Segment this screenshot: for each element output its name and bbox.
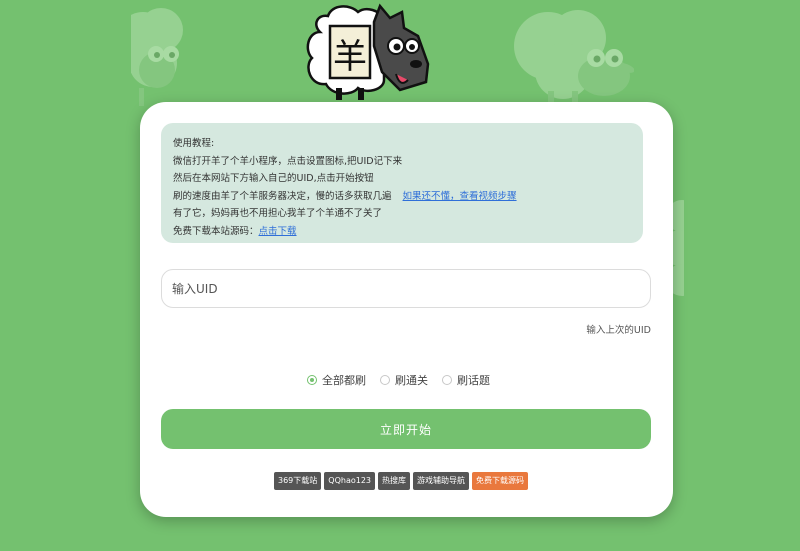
tutorial-line-2: 然后在本网站下方输入自己的UID,点击开始按钮 xyxy=(173,173,374,184)
mode-radio-topic[interactable]: 刷话题 xyxy=(442,372,490,388)
video-steps-link[interactable]: 如果还不懂，查看视频步骤 xyxy=(403,191,517,202)
link-game-helper-nav[interactable]: 游戏辅助导航 xyxy=(413,472,470,490)
tutorial-title: 使用教程: xyxy=(173,138,215,149)
tutorial-line-5-text: 免费下载本站源码： xyxy=(173,225,259,237)
mode-label-topic: 刷话题 xyxy=(457,374,490,387)
link-369-download[interactable]: 369下载站 xyxy=(274,472,322,490)
tutorial-line-4: 有了它，妈妈再也不用担心我羊了个羊通不了关了 xyxy=(173,208,383,219)
footer-links: 369下载站 QQhao123 热搜库 游戏辅助导航 免费下载源码 xyxy=(274,472,529,490)
tutorial-line-1: 微信打开羊了个羊小程序，点击设置图标,把UID记下来 xyxy=(173,155,403,167)
tutorial-line-5: 免费下载本站源码：点击下载 xyxy=(173,223,643,241)
main-card: 使用教程: 微信打开羊了个羊小程序，点击设置图标,把UID记下来 然后在本网站下… xyxy=(140,102,673,517)
sheep-decoration-left xyxy=(131,8,183,106)
link-qqhao123[interactable]: QQhao123 xyxy=(324,472,376,490)
download-source-link[interactable]: 点击下载 xyxy=(259,226,297,237)
radio-empty-icon[interactable] xyxy=(380,375,390,385)
link-resouku[interactable]: 热搜库 xyxy=(378,472,411,490)
radio-selected-icon[interactable] xyxy=(307,375,317,385)
mode-radio-group: 全部都刷 刷通关 刷话题 xyxy=(307,372,490,388)
tutorial-line-3-text: 刷的速度由羊了个羊服务器决定，慢的话多获取几遍 xyxy=(173,190,392,202)
logo-sheep-icon: 羊 xyxy=(306,3,430,100)
sheep-decoration-right xyxy=(514,10,634,108)
tutorial-line-3: 刷的速度由羊了个羊服务器决定，慢的话多获取几遍 如果还不懂，查看视频步骤 xyxy=(173,188,643,206)
mode-label-all: 全部都刷 xyxy=(322,374,366,387)
uid-input[interactable] xyxy=(161,269,651,308)
link-free-source[interactable]: 免费下载源码 xyxy=(472,472,529,490)
mode-label-clear: 刷通关 xyxy=(395,374,428,387)
start-button[interactable]: 立即开始 xyxy=(161,409,651,449)
mode-radio-all[interactable]: 全部都刷 xyxy=(307,372,366,388)
tutorial-notice: 使用教程: 微信打开羊了个羊小程序，点击设置图标,把UID记下来 然后在本网站下… xyxy=(161,123,643,243)
radio-empty-icon[interactable] xyxy=(442,375,452,385)
last-uid-link[interactable]: 输入上次的UID xyxy=(586,322,651,336)
mode-radio-clear[interactable]: 刷通关 xyxy=(380,372,428,388)
logo-char: 羊 xyxy=(333,37,367,77)
